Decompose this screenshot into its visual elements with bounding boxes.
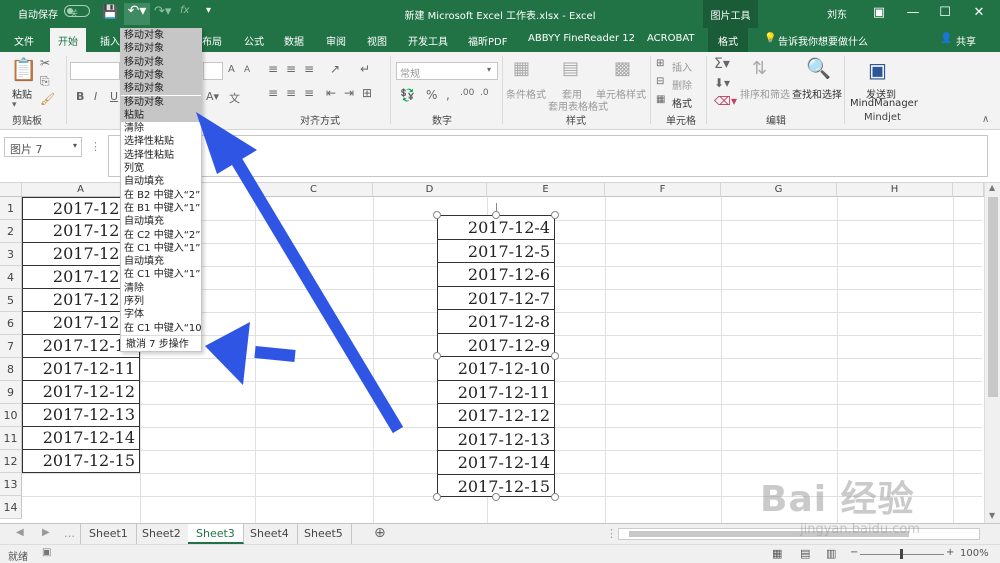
annotation-arrow-shaft: [254, 346, 296, 362]
annotation-arrow-shaft: [230, 156, 404, 434]
watermark: Bai 经验 jingyan.baidu.com: [760, 470, 920, 537]
annotation-arrowhead: [205, 322, 250, 385]
watermark-url: jingyan.baidu.com: [800, 522, 920, 537]
watermark-brand: Bai 经验: [760, 479, 915, 520]
annotation-arrowhead: [196, 112, 257, 174]
